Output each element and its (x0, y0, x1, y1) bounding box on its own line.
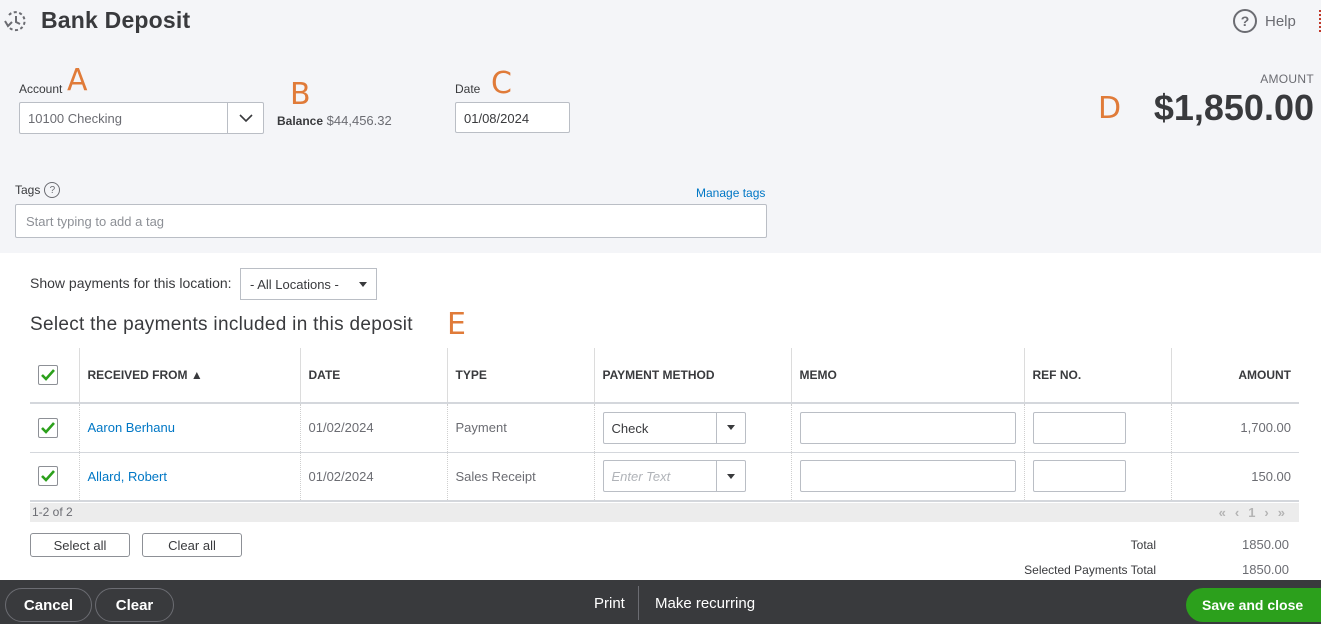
amount-cell: 1,700.00 (1171, 403, 1299, 453)
account-label: Account (19, 82, 63, 96)
payment-method-select[interactable]: Check (602, 411, 746, 444)
type-cell: Sales Receipt (447, 452, 595, 502)
balance-label: Balance (277, 114, 324, 128)
received-from-cell: Aaron Berhanu (79, 403, 301, 453)
caret-down-icon[interactable] (715, 412, 745, 443)
column-amount: AMOUNT (1171, 348, 1299, 404)
received-from-link[interactable]: Allard, Robert (88, 469, 167, 484)
location-label: Show payments for this location: (30, 275, 232, 291)
ref-no-cell (1024, 403, 1172, 453)
amount-cell: 150.00 (1171, 452, 1299, 502)
header-panel: Bank Deposit ? Help Account A 10100 Chec… (0, 0, 1321, 253)
account-balance: Balance $44,456.32 (277, 113, 392, 128)
help-label: Help (1265, 12, 1296, 30)
next-page-icon[interactable]: › (1264, 505, 1268, 520)
pager-nav: « ‹ 1 › » (1219, 505, 1285, 520)
tags-input[interactable]: Start typing to add a tag (15, 204, 767, 238)
chevron-down-icon[interactable] (227, 103, 263, 133)
cancel-button[interactable]: Cancel (5, 588, 92, 622)
clear-button[interactable]: Clear (95, 588, 174, 622)
row-select-cell (30, 403, 80, 453)
footer-divider (638, 586, 639, 620)
memo-cell (791, 403, 1025, 453)
date-input[interactable]: 01/08/2024 (455, 102, 570, 133)
selected-total-value: 1850.00 (1242, 562, 1289, 577)
annotation-d: D (1098, 91, 1122, 126)
column-memo: MEMO (791, 348, 1025, 404)
selected-total-label: Selected Payments Total (1024, 563, 1156, 577)
memo-input[interactable] (799, 411, 1016, 444)
table-header-row: RECEIVED FROM ▲ DATE TYPE PAYMENT METHOD… (30, 348, 1299, 404)
header-checkbox[interactable] (38, 365, 58, 385)
column-date: DATE (300, 348, 448, 404)
memo-input[interactable] (799, 460, 1016, 493)
date-cell: 01/02/2024 (300, 452, 448, 502)
caret-down-icon[interactable] (715, 461, 745, 492)
row-checkbox[interactable] (38, 417, 58, 438)
received-from-cell: Allard, Robert (79, 452, 301, 502)
table-row: Allard, Robert 01/02/2024 Sales Receipt … (30, 452, 1299, 502)
location-value: - All Locations - (250, 276, 339, 292)
first-page-icon[interactable]: « (1219, 505, 1226, 520)
caret-down-icon (359, 281, 367, 287)
table-row: Aaron Berhanu 01/02/2024 Payment Check 1… (30, 403, 1299, 453)
tags-label-group: Tags ? (15, 182, 61, 198)
prev-page-icon[interactable]: ‹ (1235, 505, 1239, 520)
pager-count: 1-2 of 2 (32, 505, 73, 519)
date-label: Date (455, 82, 481, 96)
annotation-c: C (491, 66, 512, 101)
payment-method-placeholder: Enter Text (611, 469, 671, 485)
received-from-link[interactable]: Aaron Berhanu (88, 420, 175, 435)
page-number[interactable]: 1 (1248, 505, 1255, 520)
last-page-icon[interactable]: » (1278, 505, 1285, 520)
ref-no-input[interactable] (1032, 460, 1126, 493)
history-icon[interactable] (3, 8, 29, 34)
ref-no-input[interactable] (1032, 411, 1126, 444)
amount-label: AMOUNT (1260, 72, 1314, 86)
account-value: 10100 Checking (28, 111, 122, 126)
help-icon: ? (1233, 9, 1257, 33)
pager-bar: 1-2 of 2 « ‹ 1 › » (30, 503, 1299, 522)
manage-tags-link[interactable]: Manage tags (696, 186, 765, 200)
date-cell: 01/02/2024 (300, 403, 448, 453)
save-and-close-button[interactable]: Save and close (1186, 588, 1321, 622)
account-select[interactable]: 10100 Checking (19, 102, 264, 134)
tags-label: Tags (15, 183, 41, 197)
annotation-e: E (447, 307, 466, 342)
balance-value: $44,456.32 (326, 113, 392, 128)
help-button[interactable]: ? Help (1233, 9, 1296, 33)
select-all-header-cell (30, 348, 80, 404)
ref-no-cell (1024, 452, 1172, 502)
footer-bar: Cancel Clear Print Make recurring Save a… (0, 580, 1321, 624)
amount-value: $1,850.00 (1153, 87, 1314, 128)
tags-help-icon[interactable]: ? (44, 182, 61, 198)
payment-method-cell: Enter Text (594, 452, 792, 502)
total-value: 1850.00 (1242, 537, 1289, 552)
payments-table: RECEIVED FROM ▲ DATE TYPE PAYMENT METHOD… (30, 348, 1299, 502)
annotation-a: A (67, 63, 88, 98)
section-title: Select the payments included in this dep… (30, 314, 413, 335)
make-recurring-button[interactable]: Make recurring (655, 595, 755, 612)
annotation-b: B (290, 77, 311, 112)
row-checkbox[interactable] (38, 466, 58, 487)
total-label: Total (1130, 538, 1156, 552)
column-received-from[interactable]: RECEIVED FROM ▲ (79, 348, 301, 404)
close-icon[interactable] (1316, 10, 1321, 32)
payment-method-value: Check (611, 420, 649, 436)
type-cell: Payment (447, 403, 595, 453)
column-ref-no: REF NO. (1024, 348, 1172, 404)
print-button[interactable]: Print (594, 595, 625, 612)
memo-cell (791, 452, 1025, 502)
page-title: Bank Deposit (41, 7, 191, 33)
clear-all-button[interactable]: Clear all (142, 533, 242, 557)
payment-method-select[interactable]: Enter Text (602, 460, 746, 493)
location-select[interactable]: - All Locations - (240, 268, 377, 300)
column-payment-method: PAYMENT METHOD (594, 348, 792, 404)
payment-method-cell: Check (594, 403, 792, 453)
column-type: TYPE (447, 348, 595, 404)
select-all-button[interactable]: Select all (30, 533, 130, 557)
row-select-cell (30, 452, 80, 502)
